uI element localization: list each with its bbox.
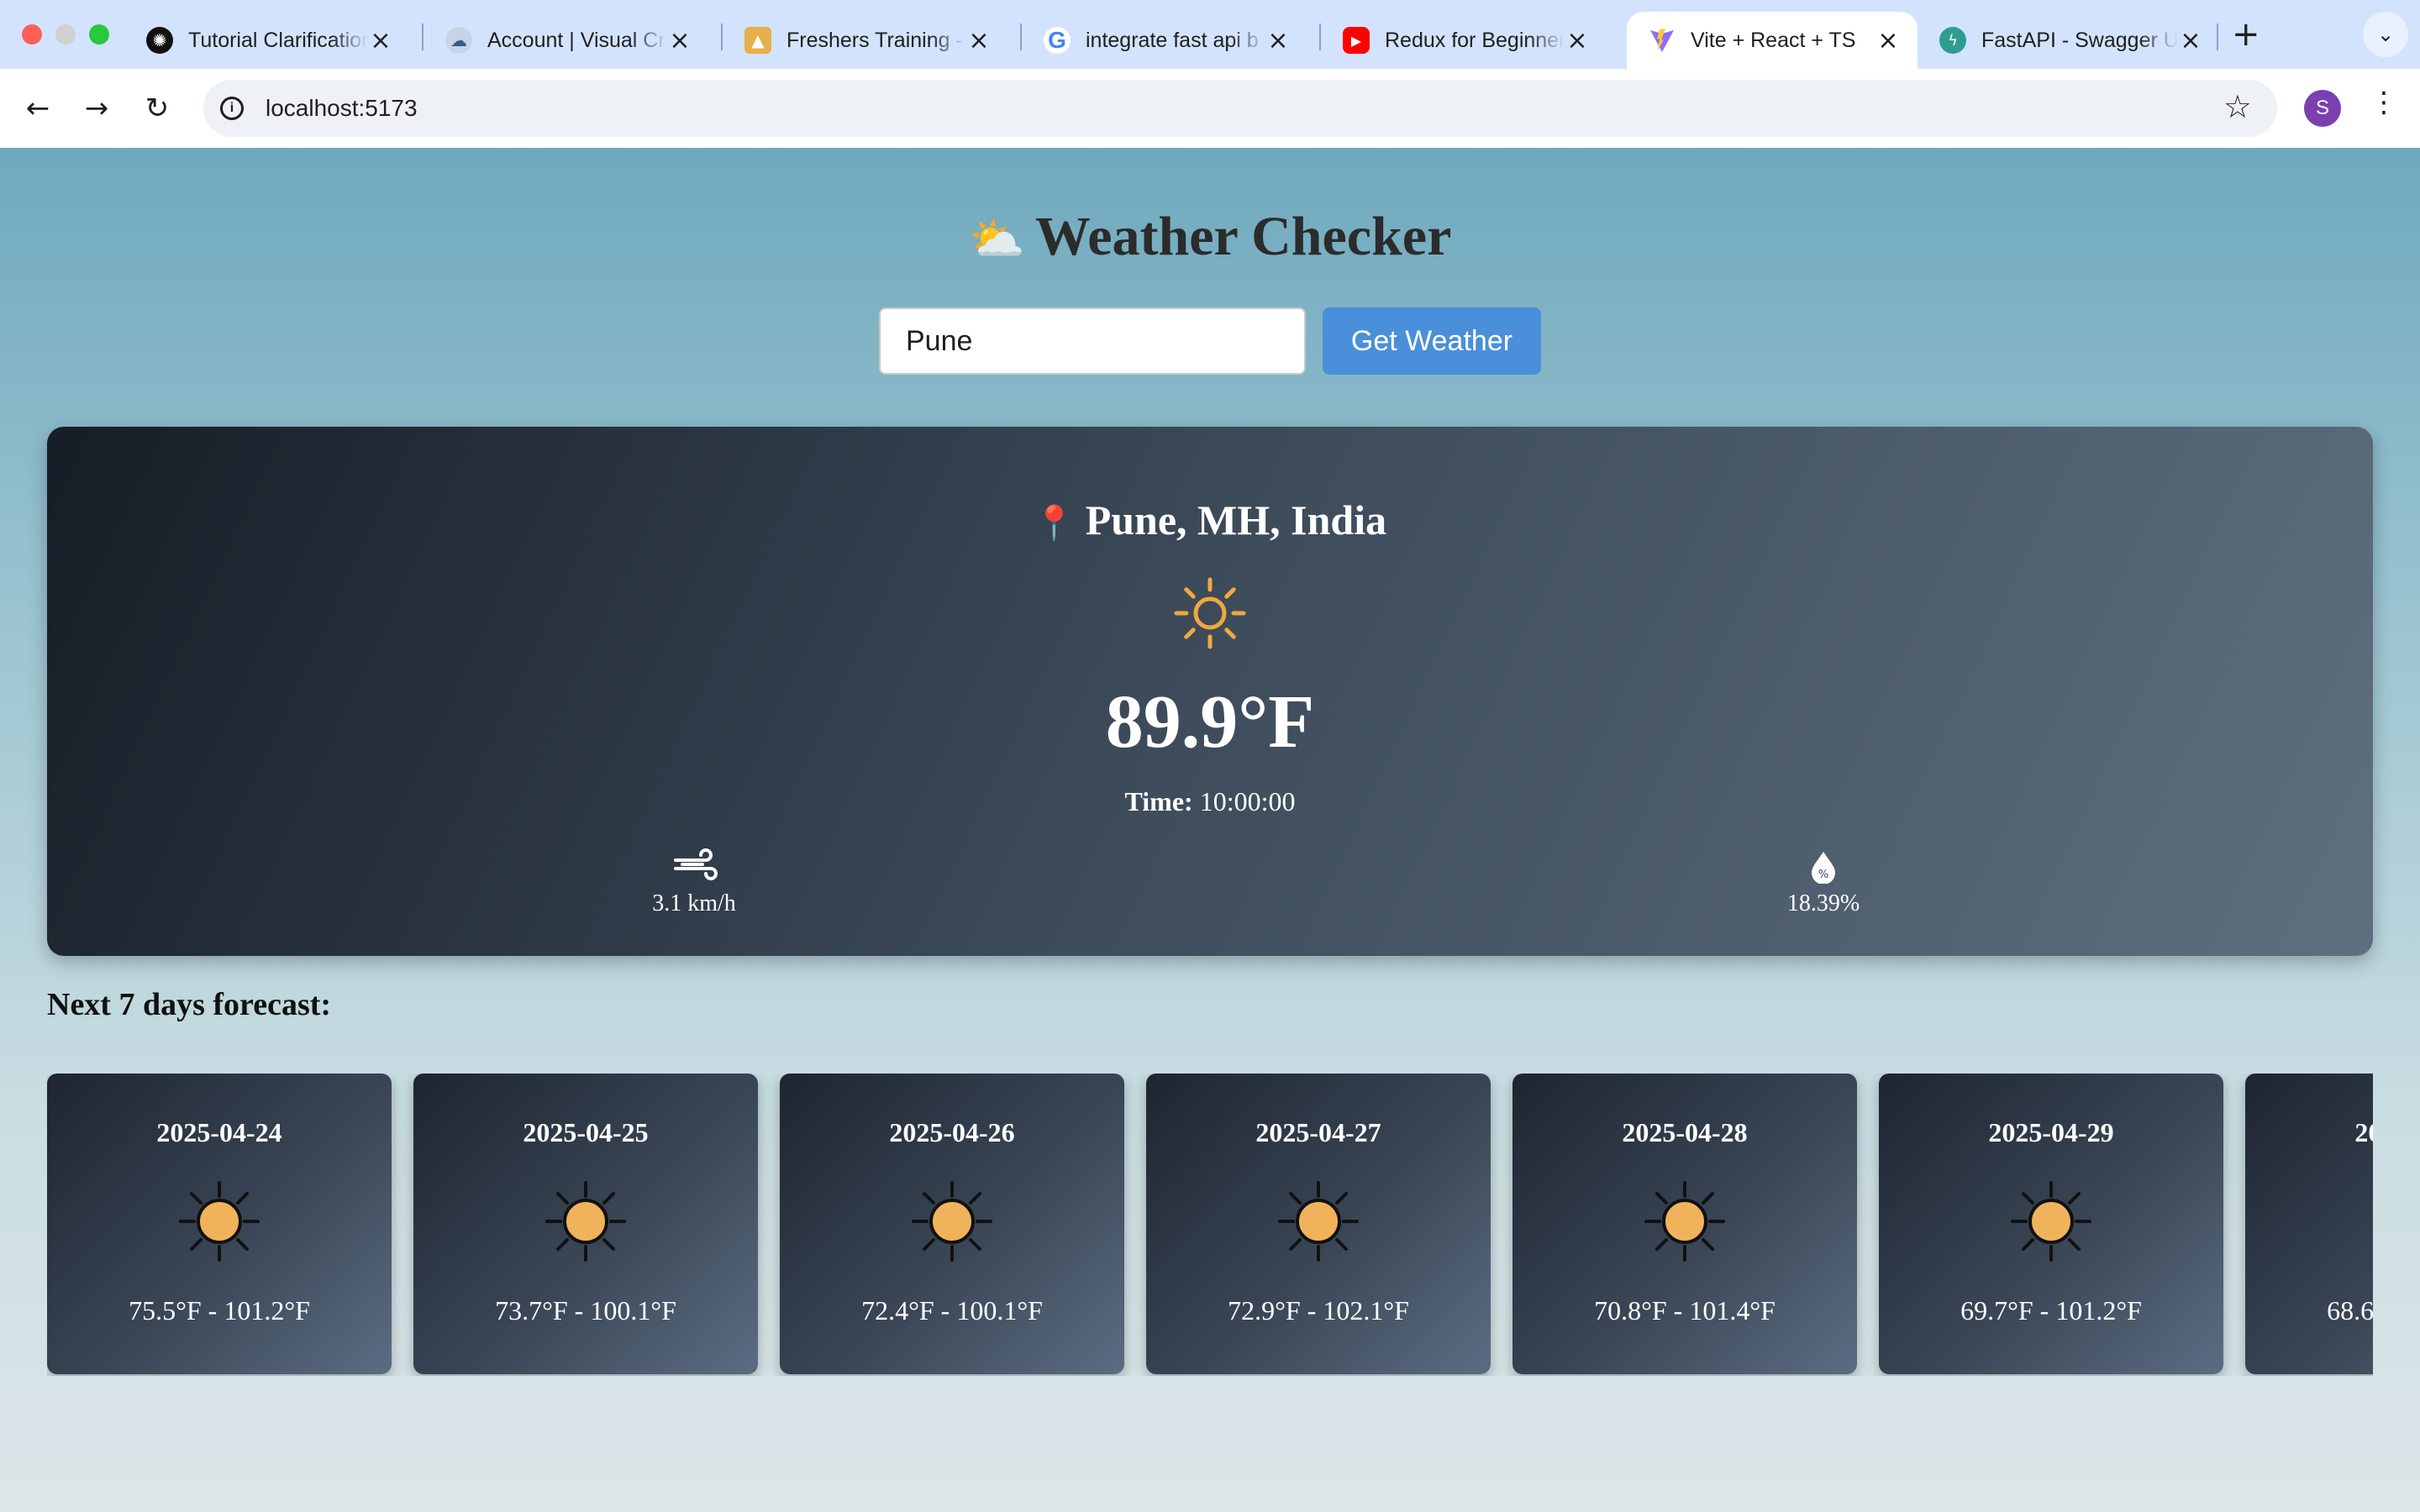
tab-title: Vite + React + TS xyxy=(1691,28,1856,52)
humidity-metric: % 18.39% xyxy=(1697,847,1949,917)
sun-icon xyxy=(912,1181,992,1262)
humidity-icon: % xyxy=(1812,852,1835,884)
vite-icon xyxy=(1649,27,1676,54)
browser-tab[interactable]: ▲ Freshers Training - × xyxy=(723,12,1008,69)
address-bar[interactable]: i localhost:5173 ☆ xyxy=(203,80,2277,137)
close-window-button[interactable] xyxy=(22,24,42,45)
city-search-input[interactable] xyxy=(879,307,1306,375)
tab-title: FastAPI - Swagger UI xyxy=(1981,28,2178,52)
close-tab-icon[interactable]: × xyxy=(1565,26,1590,55)
humidity-value: 18.39% xyxy=(1786,890,1860,916)
browser-tab-active[interactable]: Vite + React + TS × xyxy=(1627,12,1918,69)
sun-icon xyxy=(545,1181,626,1262)
forecast-temp-range: 68.6°F - 100.9°F xyxy=(2327,1295,2373,1326)
browser-tab-bar: ✺ Tutorial Clarification × ☁ Account | V… xyxy=(0,0,2420,69)
forecast-card: 2025-04-30 68.6°F - 100.9°F xyxy=(2245,1074,2373,1374)
forecast-date: 2025-04-25 xyxy=(523,1117,649,1147)
sun-icon xyxy=(1644,1181,1725,1262)
forecast-card: 2025-04-24 75.5°F - 101.2°F xyxy=(47,1074,392,1374)
weather-app-page: ⛅Weather Checker Get Weather 📍Pune, MH, … xyxy=(0,148,2420,1512)
sun-icon xyxy=(1174,577,1246,649)
forecast-temp-range: 72.9°F - 102.1°F xyxy=(1228,1295,1409,1326)
bookmark-star-icon[interactable]: ☆ xyxy=(2223,88,2252,125)
youtube-icon: ▶ xyxy=(1343,27,1370,54)
forecast-temp-range: 72.4°F - 100.1°F xyxy=(861,1295,1043,1326)
forecast-date: 2025-04-26 xyxy=(889,1117,1015,1147)
fastapi-icon: ϟ xyxy=(1939,27,1966,54)
forecast-temp-range: 70.8°F - 101.4°F xyxy=(1594,1295,1776,1326)
google-icon: G xyxy=(1044,27,1071,54)
browser-toolbar: ← → ↻ i localhost:5173 ☆ S ⋮ xyxy=(0,69,2420,150)
close-tab-icon[interactable]: × xyxy=(966,26,992,55)
tab-title: Account | Visual Crossing xyxy=(487,28,667,52)
minimize-window-button[interactable] xyxy=(55,24,76,45)
svg-text:%: % xyxy=(1818,869,1828,881)
sun-icon xyxy=(179,1181,260,1262)
page-title: ⛅ Weather Checker xyxy=(0,205,2420,269)
forecast-date: 2025-04-30 xyxy=(2354,1117,2373,1147)
forecast-temp-range: 73.7°F - 100.1°F xyxy=(495,1295,676,1326)
forecast-date: 2025-04-28 xyxy=(1622,1117,1748,1147)
tab-title: integrate fast api b xyxy=(1086,28,1259,52)
tab-search-chevron-icon[interactable]: ⌄ xyxy=(2363,12,2408,57)
sun-icon xyxy=(1278,1181,1359,1262)
page-title-text: Weather Checker xyxy=(1034,206,1452,267)
location-text: Pune, MH, India xyxy=(1085,496,1387,543)
browser-tab[interactable]: ϟ FastAPI - Swagger UI × xyxy=(1918,12,2220,69)
tab-title: Tutorial Clarification xyxy=(188,28,368,52)
browser-menu-icon[interactable]: ⋮ xyxy=(2370,86,2398,119)
browser-tab[interactable]: G integrate fast api b × xyxy=(1022,12,1307,69)
forecast-list: 2025-04-24 75.5°F - 101.2°F 2025-04-25 73.7… xyxy=(47,1074,2373,1376)
visual-crossing-icon: ☁ xyxy=(445,27,472,54)
close-tab-icon[interactable]: × xyxy=(368,26,393,55)
forecast-card: 2025-04-27 72.9°F - 102.1°F xyxy=(1146,1074,1491,1374)
tab-divider xyxy=(2217,24,2218,50)
forecast-card: 2025-04-28 70.8°F - 101.4°F xyxy=(1512,1074,1857,1374)
time-value: 10:00:00 xyxy=(1199,786,1296,816)
forecast-heading: Next 7 days forecast: xyxy=(47,987,332,1022)
forecast-date: 2025-04-29 xyxy=(1988,1117,2114,1147)
forecast-date: 2025-04-27 xyxy=(1255,1117,1381,1147)
sun-behind-cloud-icon: ⛅ xyxy=(968,213,1025,265)
training-icon: ▲ xyxy=(744,27,771,54)
forecast-temp-range: 75.5°F - 101.2°F xyxy=(129,1295,310,1326)
current-temperature: 89.9°F xyxy=(1105,680,1315,764)
location-pin-icon: 📍 xyxy=(1033,504,1076,543)
maximize-window-button[interactable] xyxy=(89,24,109,45)
browser-tab[interactable]: ✺ Tutorial Clarification × xyxy=(124,12,410,69)
wind-speed: 3.1 km/h xyxy=(652,890,736,916)
back-arrow-icon[interactable]: ← xyxy=(17,87,59,129)
address-url[interactable]: localhost:5173 xyxy=(266,95,418,122)
tab-title: Redux for Beginners xyxy=(1385,28,1565,52)
sun-icon xyxy=(2011,1181,2091,1262)
forecast-temp-range: 69.7°F - 101.2°F xyxy=(1960,1295,2142,1326)
get-weather-button[interactable]: Get Weather xyxy=(1323,307,1541,375)
reload-icon[interactable]: ↻ xyxy=(136,87,178,129)
wind-metric: 3.1 km/h xyxy=(568,847,820,917)
close-tab-icon[interactable]: × xyxy=(1265,26,1291,55)
location-heading: 📍 Pune, MH, India xyxy=(47,496,2373,544)
browser-tab[interactable]: ☁ Account | Visual Crossing × xyxy=(424,12,709,69)
forecast-card: 2025-04-25 73.7°F - 100.1°F xyxy=(413,1074,758,1374)
forecast-card: 2025-04-26 72.4°F - 100.1°F xyxy=(780,1074,1124,1374)
close-tab-icon[interactable]: × xyxy=(667,26,692,55)
forecast-card: 2025-04-29 69.7°F - 101.2°F xyxy=(1879,1074,2223,1374)
openai-icon: ✺ xyxy=(146,27,173,54)
new-tab-button[interactable]: + xyxy=(2232,15,2260,54)
browser-tab[interactable]: ▶ Redux for Beginners × xyxy=(1321,12,1607,69)
wind-icon xyxy=(674,848,718,880)
close-tab-icon[interactable]: × xyxy=(2178,26,2203,55)
forecast-date: 2025-04-24 xyxy=(156,1117,282,1147)
close-tab-icon[interactable]: × xyxy=(1876,26,1901,55)
current-time: Time: 10:00:00 xyxy=(47,786,2373,817)
site-info-icon[interactable]: i xyxy=(215,92,249,125)
tab-title: Freshers Training - xyxy=(786,28,963,52)
time-label: Time: xyxy=(1124,786,1193,816)
profile-avatar[interactable]: S xyxy=(2304,90,2341,127)
current-weather-card: 📍Pune, MH, India 89.9°F Time:10:00:00 xyxy=(47,427,2373,956)
forward-arrow-icon[interactable]: → xyxy=(76,87,118,129)
